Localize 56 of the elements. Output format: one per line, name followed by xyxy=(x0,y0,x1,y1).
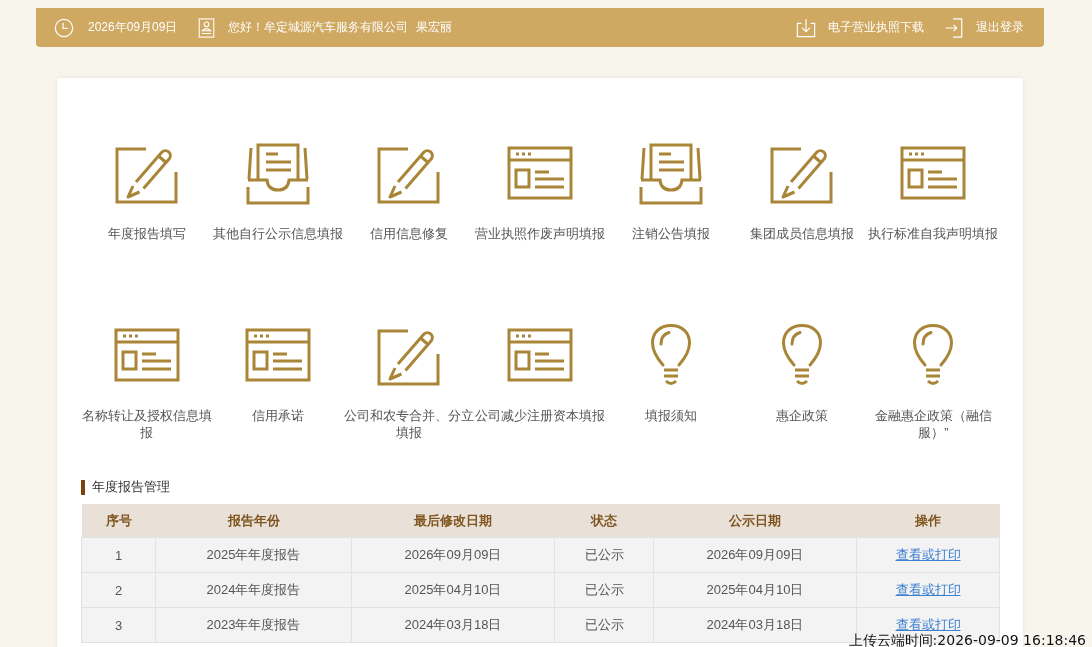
table-cell: 2024年03月18日 xyxy=(351,607,555,643)
service-tile[interactable]: 集团成员信息填报 xyxy=(736,140,868,261)
table-cell: 2025年年度报告 xyxy=(155,537,352,573)
table-cell: 已公示 xyxy=(554,537,654,573)
lightbulb-icon xyxy=(650,323,693,387)
user-name: 果宏丽 xyxy=(416,19,453,36)
column-header: 公示日期 xyxy=(653,504,857,538)
date-text: 2026年09月09日 xyxy=(88,19,178,36)
column-header: 状态 xyxy=(554,504,654,538)
service-tile[interactable]: 填报须知 xyxy=(605,322,737,443)
column-header: 操作 xyxy=(856,504,1000,538)
service-tile[interactable]: 营业执照作废声明填报 xyxy=(474,140,606,261)
form-window-icon xyxy=(113,328,180,382)
form-window-icon xyxy=(507,146,573,200)
service-tile[interactable]: 年度报告填写 xyxy=(81,140,213,261)
form-window-icon xyxy=(507,328,573,382)
service-tile[interactable]: 惠企政策 xyxy=(736,322,868,443)
column-header: 序号 xyxy=(81,504,156,538)
view-print-link[interactable]: 查看或打印 xyxy=(895,582,961,597)
service-tile[interactable]: 名称转让及授权信息填报 xyxy=(81,322,213,443)
table-cell: 3 xyxy=(81,607,156,643)
service-tile[interactable]: 公司减少注册资本填报 xyxy=(474,322,606,443)
table-cell: 2025年04月10日 xyxy=(653,572,857,608)
table-cell: 2024年年度报告 xyxy=(155,572,352,608)
table-cell: 2023年年度报告 xyxy=(155,607,352,643)
service-tile[interactable]: 执行标准自我声明填报 xyxy=(867,140,999,261)
form-window-icon xyxy=(244,328,311,382)
service-tile[interactable]: 金融惠企政策（融信服）” xyxy=(867,322,999,443)
service-tile[interactable]: 其他自行公示信息填报 xyxy=(212,140,344,261)
document-tray-icon xyxy=(244,141,311,205)
section-title: 年度报告管理 xyxy=(92,479,170,495)
service-tile[interactable]: 公司和农专合并、分立填报 xyxy=(343,322,475,443)
table-cell: 已公示 xyxy=(554,572,654,608)
table-cell: 已公示 xyxy=(554,607,654,643)
service-tile[interactable]: 信用信息修复 xyxy=(343,140,475,261)
form-window-icon xyxy=(900,146,967,200)
column-header: 报告年份 xyxy=(155,504,352,538)
greeting-text: 您好！牟定城源汽车服务有限公司 xyxy=(228,19,409,36)
lightbulb-icon xyxy=(781,323,824,387)
lightbulb-icon xyxy=(912,323,955,387)
section-marker xyxy=(81,479,85,495)
clock-icon xyxy=(54,17,74,38)
view-print-link[interactable]: 查看或打印 xyxy=(895,617,961,632)
view-print-link[interactable]: 查看或打印 xyxy=(895,547,961,562)
table-cell: 2026年09月09日 xyxy=(351,537,555,573)
column-header: 最后修改日期 xyxy=(351,504,555,538)
table-cell: 2 xyxy=(81,572,156,608)
document-tray-icon xyxy=(638,141,705,205)
download-icon xyxy=(796,17,816,38)
table-cell: 2025年04月10日 xyxy=(351,572,555,608)
table-cell: 2026年09月09日 xyxy=(653,537,857,573)
service-tile[interactable]: 信用承诺 xyxy=(212,322,344,443)
service-tile[interactable]: 注销公告填报 xyxy=(605,140,737,261)
table-cell: 1 xyxy=(81,537,156,573)
user-badge-icon xyxy=(198,17,216,38)
logout-icon xyxy=(944,17,964,38)
